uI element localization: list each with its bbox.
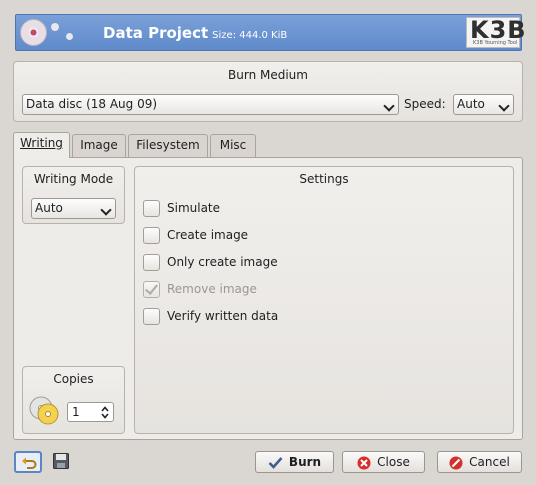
tab-filesystem-label: Filesystem (136, 138, 200, 152)
load-settings-button[interactable] (14, 451, 42, 473)
writing-mode-group: Writing Mode Auto (22, 166, 125, 224)
chevron-down-icon (100, 204, 112, 216)
cancel-button-label: Cancel (469, 455, 510, 469)
copies-title: Copies (53, 372, 94, 386)
spin-arrows-icon[interactable] (101, 406, 109, 419)
checkmark-icon (268, 457, 283, 469)
copies-spinbox[interactable]: 1 (67, 402, 114, 422)
copies-discs-icon (29, 395, 59, 425)
settings-title: Settings (299, 172, 349, 186)
copies-group: Copies 1 (22, 366, 125, 434)
decor-bubble-icon (66, 33, 73, 40)
chevron-down-icon (383, 100, 395, 112)
close-button-label: Close (377, 455, 410, 469)
only-create-image-checkbox[interactable] (143, 254, 160, 271)
chevron-down-icon (498, 100, 510, 112)
tab-misc-label: Misc (219, 138, 247, 152)
tab-misc[interactable]: Misc (210, 134, 256, 157)
burn-button[interactable]: Burn (255, 451, 334, 473)
floppy-disk-icon (53, 453, 69, 469)
speed-select-value: Auto (457, 97, 485, 111)
tab-image-label: Image (80, 138, 118, 152)
tab-image[interactable]: Image (72, 134, 126, 157)
project-title: Data Project Size: 444.0 KiB (103, 24, 287, 42)
k3b-logo: K3B K3B Yourning Tool (466, 16, 526, 48)
checkmark-icon (144, 281, 159, 295)
cancel-button[interactable]: Cancel (437, 451, 522, 473)
project-header: Data Project Size: 444.0 KiB K3B K3B Your… (15, 14, 526, 51)
close-button[interactable]: Close (342, 451, 425, 473)
close-icon (357, 456, 371, 469)
burn-medium-group: Burn Medium Data disc (18 Aug 09) Speed:… (13, 61, 523, 122)
speed-select[interactable]: Auto (453, 94, 514, 115)
undo-arrow-icon (22, 457, 37, 469)
device-select-value: Data disc (18 Aug 09) (26, 97, 158, 111)
decor-bubble-icon (51, 23, 59, 31)
verify-written-data-checkbox[interactable] (143, 308, 160, 325)
simulate-checkbox[interactable] (143, 200, 160, 217)
project-title-text: Data Project (103, 24, 209, 42)
create-image-checkbox[interactable] (143, 227, 160, 244)
data-disc-icon (20, 19, 47, 46)
tab-filesystem[interactable]: Filesystem (128, 134, 208, 157)
create-image-label: Create image (167, 228, 249, 242)
burn-medium-title: Burn Medium (228, 68, 308, 82)
verify-written-data-label: Verify written data (167, 309, 279, 323)
project-size: Size: 444.0 KiB (212, 30, 288, 41)
tab-writing[interactable]: Writing (13, 132, 70, 158)
copies-value: 1 (72, 405, 80, 419)
remove-image-label: Remove image (167, 282, 257, 296)
remove-image-checkbox[interactable] (143, 281, 160, 298)
writing-mode-title: Writing Mode (33, 172, 114, 186)
save-settings-button[interactable] (52, 452, 70, 470)
tab-writing-label: Writing (20, 136, 63, 150)
k3b-logo-tagline: K3B Yourning Tool (473, 40, 518, 46)
writing-tab-page: Writing Mode Auto Copies 1 Settings Simu… (13, 157, 523, 440)
only-create-image-label: Only create image (167, 255, 278, 269)
speed-label: Speed: (404, 97, 446, 111)
cancel-icon (449, 456, 463, 469)
device-select[interactable]: Data disc (18 Aug 09) (22, 94, 399, 115)
burn-button-label: Burn (288, 455, 322, 469)
writing-mode-value: Auto (35, 201, 63, 215)
writing-mode-select[interactable]: Auto (31, 198, 116, 219)
simulate-label: Simulate (167, 201, 221, 215)
settings-group: Settings Simulate Create image Only crea… (134, 166, 514, 434)
